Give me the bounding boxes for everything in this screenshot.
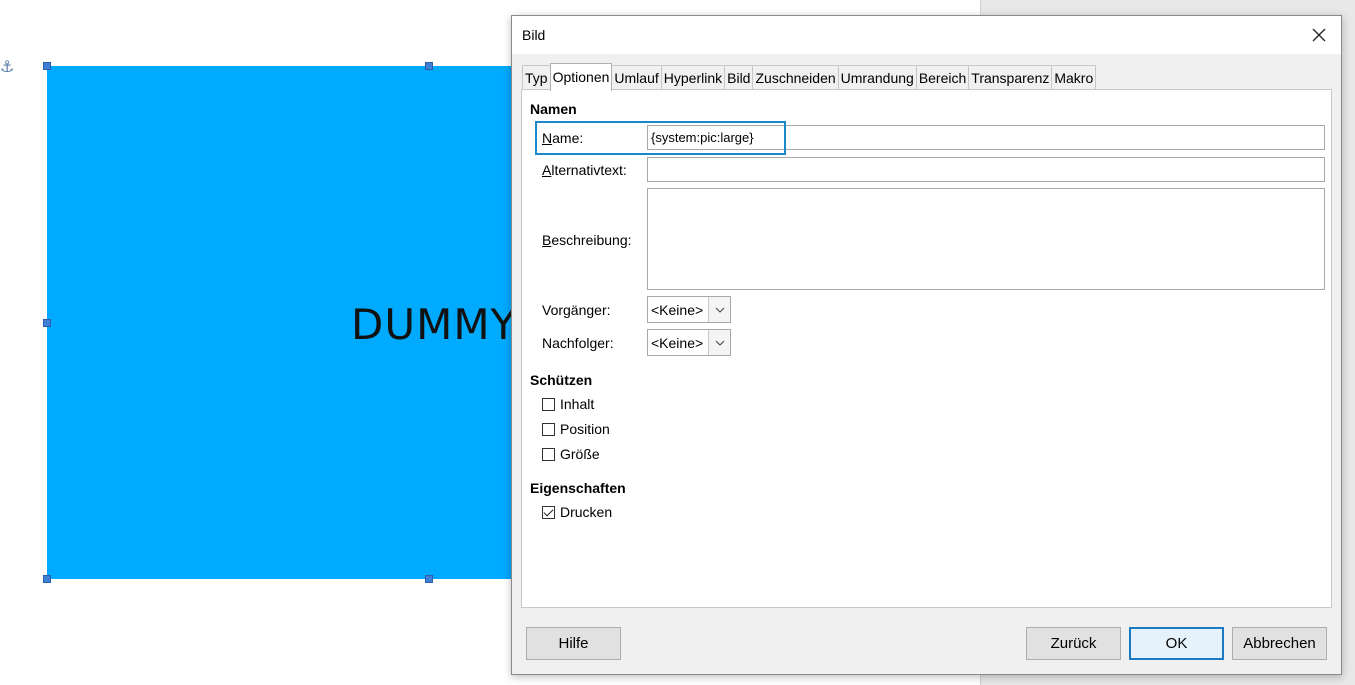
- chevron-down-icon: [715, 340, 724, 346]
- cancel-button[interactable]: Abbrechen: [1232, 627, 1327, 660]
- resize-handle-bottom-left[interactable]: [43, 575, 51, 583]
- description-textarea[interactable]: [647, 188, 1325, 290]
- tab-zuschneiden[interactable]: Zuschneiden: [752, 65, 839, 91]
- print-label: Drucken: [560, 504, 613, 520]
- tab-bar: Typ Optionen Umlauf Hyperlink Bild Zusch…: [522, 63, 1097, 91]
- selected-image[interactable]: DUMMY: [47, 66, 517, 579]
- predecessor-select[interactable]: <Keine>: [647, 296, 731, 323]
- protect-content-label: Inhalt: [560, 396, 595, 412]
- protect-position-label: Position: [560, 421, 610, 437]
- protect-size-checkbox[interactable]: [542, 447, 555, 461]
- tab-makro[interactable]: Makro: [1051, 65, 1097, 91]
- close-button[interactable]: [1297, 16, 1341, 54]
- options-panel: Namen Name: Alternativtext: Beschreibung…: [521, 89, 1332, 608]
- dialog-title: Bild: [522, 27, 546, 43]
- predecessor-label: Vorgänger:: [542, 302, 611, 318]
- tab-hyperlink[interactable]: Hyperlink: [660, 65, 726, 91]
- protect-position-checkbox[interactable]: [542, 422, 555, 436]
- close-icon: [1312, 28, 1326, 42]
- tab-transparenz[interactable]: Transparenz: [968, 65, 1053, 91]
- section-eigenschaften: Eigenschaften: [530, 480, 626, 496]
- ok-button[interactable]: OK: [1129, 627, 1224, 660]
- alt-text-input[interactable]: [647, 157, 1325, 182]
- tab-bereich[interactable]: Bereich: [915, 65, 970, 91]
- section-namen: Namen: [530, 101, 577, 117]
- description-label: Beschreibung:: [542, 232, 632, 248]
- name-focus-indicator: [535, 121, 786, 155]
- tab-typ[interactable]: Typ: [522, 65, 551, 91]
- desc-label-text: eschreibung:: [551, 232, 632, 248]
- dialog-titlebar[interactable]: Bild: [512, 16, 1341, 54]
- protect-content-row[interactable]: Inhalt: [542, 396, 594, 412]
- successor-select[interactable]: <Keine>: [647, 329, 731, 356]
- tab-umrandung[interactable]: Umrandung: [837, 65, 917, 91]
- protect-size-label: Größe: [560, 446, 600, 462]
- tab-umlauf[interactable]: Umlauf: [611, 65, 662, 91]
- predecessor-dropdown-button[interactable]: [708, 297, 730, 322]
- successor-label: Nachfolger:: [542, 335, 614, 351]
- successor-value: <Keine>: [651, 334, 704, 351]
- desc-label-mnemonic: B: [542, 232, 552, 248]
- resize-handle-bottom-center[interactable]: [425, 575, 433, 583]
- tab-optionen[interactable]: Optionen: [549, 63, 613, 91]
- image-text: DUMMY: [351, 300, 518, 349]
- image-dialog: Bild Typ Optionen Umlauf Hyperlink Bild …: [511, 15, 1342, 675]
- successor-dropdown-button[interactable]: [708, 330, 730, 355]
- print-checkbox[interactable]: [542, 505, 555, 519]
- section-schuetzen: Schützen: [530, 372, 593, 388]
- alt-text-label: Alternativtext:: [542, 162, 627, 178]
- alt-label-text: lternativtext:: [551, 162, 627, 178]
- anchor-icon[interactable]: ⚓: [0, 58, 16, 78]
- help-button[interactable]: Hilfe: [526, 627, 621, 660]
- resize-handle-top-left[interactable]: [43, 62, 51, 70]
- chevron-down-icon: [715, 307, 724, 313]
- resize-handle-top-center[interactable]: [425, 62, 433, 70]
- print-row[interactable]: Drucken: [542, 504, 612, 520]
- protect-content-checkbox[interactable]: [542, 397, 555, 411]
- protect-position-row[interactable]: Position: [542, 421, 610, 437]
- resize-handle-middle-left[interactable]: [43, 319, 51, 327]
- predecessor-value: <Keine>: [651, 301, 704, 318]
- tab-bild[interactable]: Bild: [724, 65, 754, 91]
- protect-size-row[interactable]: Größe: [542, 446, 600, 462]
- alt-label-mnemonic: A: [542, 162, 552, 178]
- back-button[interactable]: Zurück: [1026, 627, 1121, 660]
